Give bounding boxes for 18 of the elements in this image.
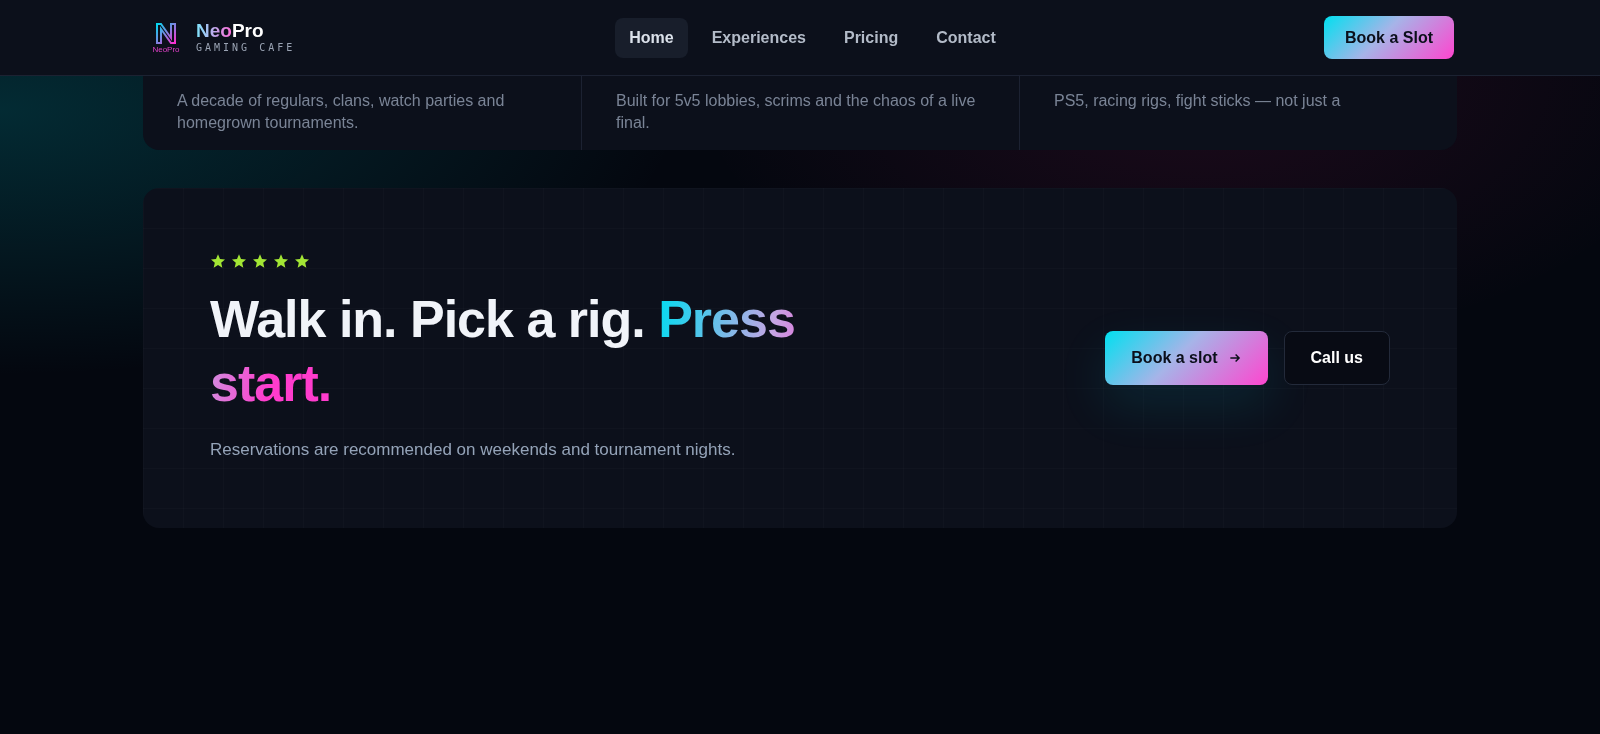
cta-note: Reservations are recommended on weekends and tournament nights. (210, 439, 737, 462)
star-icon (231, 253, 247, 270)
feature-text: PS5, racing rigs, fight sticks — not just a (1054, 91, 1342, 111)
nav-link[interactable]: Home (615, 17, 688, 58)
nav-link[interactable]: Pricing (829, 17, 913, 58)
book-slot-button[interactable]: Book a slot (1105, 331, 1268, 385)
book-slot-button[interactable]: Book a Slot (1324, 16, 1454, 59)
feature-text: A decade of regulars, clans, watch parties and homegrown tournaments. (177, 91, 506, 133)
feature-text: Built for 5v5 lobbies, scrims and the chaos of a live final. (616, 91, 977, 133)
nav-link[interactable]: Experiences (697, 17, 820, 58)
star-icon (294, 253, 310, 270)
call-button[interactable]: Call us (1283, 331, 1390, 385)
nav-link[interactable]: Contact (922, 17, 1010, 58)
star-icon (252, 253, 268, 270)
star-icon (273, 253, 289, 270)
brand-tagline: GAMING CAFE (196, 40, 296, 55)
star-icon (210, 253, 226, 270)
arrow-right-icon (1227, 351, 1242, 365)
